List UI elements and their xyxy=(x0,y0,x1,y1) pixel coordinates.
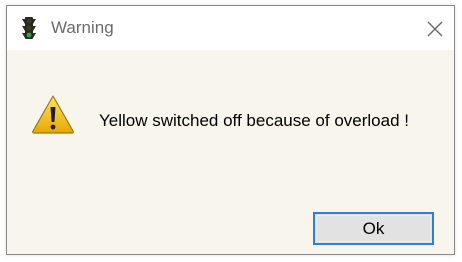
window-title: Warning xyxy=(51,18,114,37)
traffic-light-icon xyxy=(22,17,36,39)
warning-icon xyxy=(32,95,74,134)
ok-button-label: Ok xyxy=(362,218,385,238)
warning-dialog: Warning Yellow switched off because of o… xyxy=(6,5,455,255)
title-bar: Warning xyxy=(7,6,454,50)
ok-button[interactable]: Ok xyxy=(313,212,434,245)
dialog-body: Yellow switched off because of overload … xyxy=(7,50,454,254)
warning-message: Yellow switched off because of overload … xyxy=(99,111,409,130)
close-icon[interactable] xyxy=(424,18,446,40)
